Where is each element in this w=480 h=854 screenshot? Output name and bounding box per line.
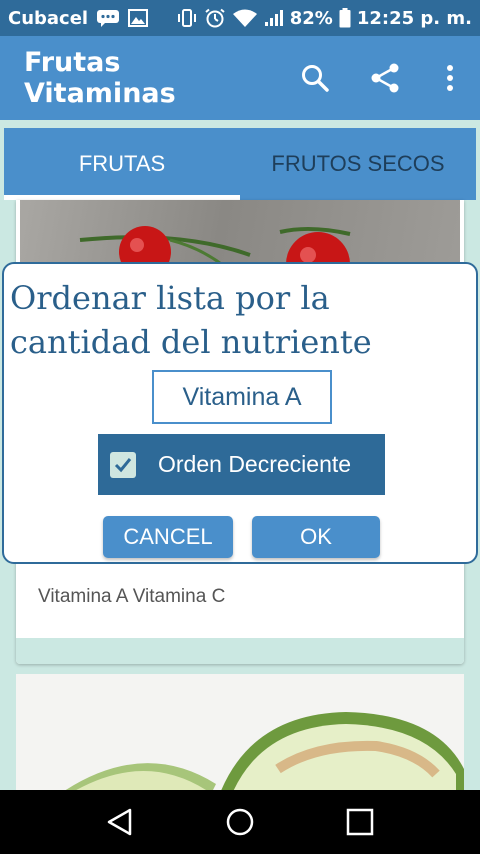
back-button[interactable]: [90, 792, 150, 852]
tab-frutas[interactable]: FRUTAS: [4, 128, 240, 200]
vibrate-icon: [176, 9, 198, 27]
battery-percent: 82%: [289, 7, 333, 29]
app-bar: Frutas Vitaminas: [0, 36, 480, 120]
app-title: Frutas Vitaminas: [24, 47, 176, 109]
tab-bar: FRUTAS FRUTOS SECOS: [4, 128, 476, 200]
sort-dialog: Ordenar lista por la cantidad del nutrie…: [2, 262, 478, 564]
share-icon: [371, 63, 399, 93]
recents-icon: [346, 808, 374, 836]
carrier-label: Cubacel: [8, 7, 89, 29]
recents-button[interactable]: [330, 792, 390, 852]
alarm-icon: [204, 8, 226, 28]
wifi-icon: [232, 9, 258, 27]
dialog-title: Ordenar lista por la cantidad del nutrie…: [10, 276, 470, 364]
order-checkbox[interactable]: [110, 451, 136, 478]
search-icon: [302, 65, 329, 92]
image-icon: [128, 9, 149, 27]
cancel-button[interactable]: CANCEL: [103, 516, 233, 558]
check-icon: [114, 457, 132, 472]
home-button[interactable]: [210, 792, 270, 852]
nutrient-selector[interactable]: Vitamina A: [152, 370, 332, 424]
signal-icon: [264, 9, 284, 27]
clock: 12:25 p. m.: [356, 7, 472, 29]
home-icon: [226, 808, 254, 836]
battery-icon: [339, 8, 351, 28]
card-footer: [16, 638, 464, 664]
status-bar: Cubacel 82% 12:25 p. m.: [0, 0, 480, 36]
search-button[interactable]: [280, 48, 350, 108]
order-decreasing-toggle[interactable]: Orden Decreciente: [98, 434, 385, 495]
order-label: Orden Decreciente: [158, 451, 352, 477]
more-vertical-icon: [447, 65, 453, 91]
back-icon: [107, 808, 132, 836]
more-options-button[interactable]: [420, 48, 480, 108]
fruit-vitamins: Vitamina A Vitamina C: [38, 586, 226, 607]
tab-frutos-secos[interactable]: FRUTOS SECOS: [240, 128, 476, 200]
chat-icon: [96, 9, 120, 27]
fruit-image: [16, 674, 464, 790]
dialog-title-line-2: cantidad del nutriente: [10, 323, 372, 361]
ok-button[interactable]: OK: [252, 516, 380, 558]
dialog-title-line-1: Ordenar lista por la: [10, 279, 330, 317]
fruit-card[interactable]: [16, 674, 464, 790]
share-button[interactable]: [350, 48, 420, 108]
navigation-bar: [0, 790, 480, 854]
